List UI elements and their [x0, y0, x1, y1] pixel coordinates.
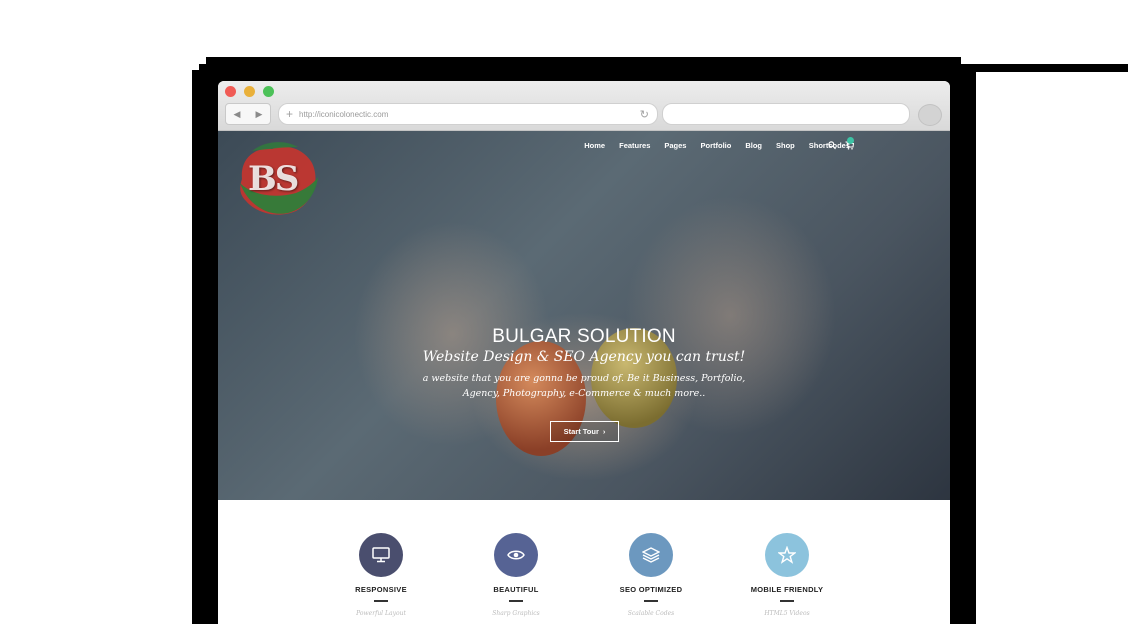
feature-seo-optimized: SEO OPTIMIZED Scalable Codes	[591, 500, 711, 617]
feature-icon-circle	[629, 533, 673, 577]
feature-label: RESPONSIVE	[355, 585, 407, 594]
hero-section: BS Home Features Pages Portfolio Blog Sh…	[218, 131, 950, 500]
start-tour-button[interactable]: Start Tour ›	[550, 421, 619, 442]
search-icon[interactable]	[828, 141, 836, 150]
feature-mobile-friendly: MOBILE FRIENDLY HTML5 Videos	[727, 500, 847, 617]
plus-icon[interactable]: +	[286, 107, 293, 121]
reload-icon[interactable]: ↻	[640, 108, 649, 121]
browser-search-bar[interactable]	[662, 103, 910, 125]
cart-badge	[847, 137, 854, 144]
nav-item-home[interactable]: Home	[584, 141, 605, 150]
feature-beautiful: BEAUTIFUL Sharp Graphics	[456, 500, 576, 617]
extension-button[interactable]	[918, 104, 942, 126]
nav-item-features[interactable]: Features	[619, 141, 650, 150]
feature-label: SEO OPTIMIZED	[619, 585, 683, 594]
feature-caption: Sharp Graphics	[492, 610, 540, 617]
url-text[interactable]: http://iconicolonectic.com	[299, 110, 388, 119]
feature-caption: HTML5 Videos	[764, 610, 810, 617]
logo-text: BS	[248, 159, 299, 199]
browser-chrome: ◀ ▶ + http://iconicolonectic.com ↻	[218, 81, 950, 131]
monitor-icon	[372, 547, 390, 563]
star-icon	[778, 546, 796, 564]
maximize-window-button[interactable]	[263, 86, 274, 97]
divider	[780, 600, 794, 602]
address-bar[interactable]: + http://iconicolonectic.com ↻	[278, 103, 658, 125]
feature-icon-circle	[494, 533, 538, 577]
hero-description-line: a website that you are gonna be proud of…	[422, 373, 746, 384]
hero-description: a website that you are gonna be proud of…	[218, 371, 950, 401]
forward-icon[interactable]: ▶	[256, 109, 263, 120]
feature-label: MOBILE FRIENDLY	[750, 585, 824, 594]
site-nav: Home Features Pages Portfolio Blog Shop …	[584, 141, 850, 150]
feature-label: BEAUTIFUL	[493, 585, 539, 594]
nav-item-shop[interactable]: Shop	[776, 141, 795, 150]
browser-window: ◀ ▶ + http://iconicolonectic.com ↻ BS Ho…	[218, 81, 950, 624]
hero-subtitle: Website Design & SEO Agency you can trus…	[422, 349, 746, 365]
divider	[374, 600, 388, 602]
feature-responsive: RESPONSIVE Powerful Layout	[321, 500, 441, 617]
hero-description-line: Agency, Photography, e-Commerce & much m…	[462, 388, 706, 399]
feature-icon-circle	[359, 533, 403, 577]
divider	[644, 600, 658, 602]
divider	[509, 600, 523, 602]
features-section: RESPONSIVE Powerful Layout BEAUTIFUL Sha…	[218, 500, 950, 624]
chevron-right-icon: ›	[602, 427, 606, 436]
nav-item-blog[interactable]: Blog	[745, 141, 762, 150]
nav-item-portfolio[interactable]: Portfolio	[700, 141, 731, 150]
layers-icon	[642, 547, 660, 563]
feature-caption: Scalable Codes	[627, 610, 675, 617]
close-window-button[interactable]	[225, 86, 236, 97]
hero-title: BULGAR SOLUTION	[492, 326, 676, 347]
history-nav: ◀ ▶	[225, 103, 271, 125]
start-tour-label: Start Tour	[563, 427, 599, 436]
back-icon[interactable]: ◀	[234, 109, 241, 120]
nav-item-pages[interactable]: Pages	[664, 141, 686, 150]
eye-icon	[507, 550, 525, 560]
feature-icon-circle	[765, 533, 809, 577]
feature-caption: Powerful Layout	[356, 610, 406, 617]
minimize-window-button[interactable]	[244, 86, 255, 97]
